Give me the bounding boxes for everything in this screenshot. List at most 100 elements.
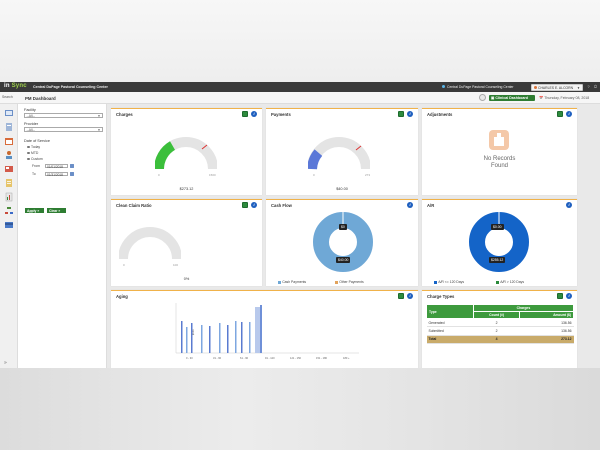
dashboard-area: Charges i 0 1500 $273.12 Payments i 0 27 (107, 104, 600, 368)
radio-custom[interactable]: Custom (27, 157, 43, 161)
col-header-group: Charges (472, 304, 575, 312)
charges-value: $273.12 (179, 187, 194, 191)
app-logo[interactable]: in Sync (4, 83, 27, 89)
background-top (0, 0, 600, 82)
ar-donut (469, 212, 529, 272)
top-bar: in Sync Central DuPage Pastoral Counseli… (0, 82, 600, 92)
info-icon[interactable]: i (251, 111, 257, 117)
gauge-max: 1500 (209, 173, 216, 177)
search-label[interactable]: Search (2, 95, 13, 99)
card-title: Cash Flow (271, 203, 292, 208)
ar-callout-top: $0.00 (491, 224, 504, 230)
filter-panel: Facility --All-- ▼ Provider --All-- ▼ Date… (18, 104, 107, 368)
card-title: Adjustments (427, 112, 453, 117)
card-title: Aging (116, 294, 128, 299)
provider-select[interactable]: --All-- ▼ (24, 127, 103, 132)
clear-button[interactable]: Clear » (47, 208, 66, 213)
scheduler-icon[interactable] (4, 136, 14, 146)
documents-icon[interactable] (4, 178, 14, 188)
charge-types-card: Charge Types i Type Charges Count (#) Am… (422, 290, 577, 368)
payments-gauge-fill (308, 149, 323, 170)
user-menu[interactable]: CHARLES E. ALCORN ▼ (531, 83, 583, 91)
x-tick-label: 91 - 120 (265, 356, 275, 360)
export-excel-icon[interactable] (242, 111, 248, 117)
dashboard-icon[interactable] (4, 108, 14, 118)
bar-annotation: $0.00 (193, 329, 195, 335)
export-excel-icon[interactable] (557, 111, 563, 117)
info-icon[interactable]: i (407, 111, 413, 117)
clean-claim-card: Clean Claim Ratio i 0 100 0% (111, 199, 262, 286)
ar-card: A/R i $0.00 $255.12 A/R <= 120 Days A/R … (422, 199, 577, 286)
to-date-input[interactable]: 01/31/2018 (45, 171, 68, 177)
facility-label: Facility (24, 108, 36, 112)
export-excel-icon[interactable] (557, 293, 563, 299)
info-icon[interactable]: i (566, 202, 572, 208)
export-excel-icon[interactable] (242, 202, 248, 208)
aging-chart: $0.00 0 - 30 31 - 60 61 - 90 91 - 120 12… (175, 303, 359, 360)
calendar-icon[interactable] (70, 164, 74, 168)
expand-rail-icon[interactable]: » (4, 360, 7, 366)
info-icon[interactable]: i (566, 293, 572, 299)
gauge-min: 0 (313, 173, 315, 177)
card-title: Clean Claim Ratio (116, 203, 152, 208)
info-icon[interactable]: i (251, 202, 257, 208)
x-tick-label: 151 - 180 (316, 356, 328, 360)
gauge-max: 273 (365, 173, 371, 177)
refresh-icon[interactable] (479, 94, 486, 101)
legend-ar-under-120[interactable]: A/R <= 120 Days (434, 280, 464, 284)
logout-icon[interactable]: ⏻ (593, 84, 598, 89)
page-title: PM Dashboard (25, 96, 56, 101)
help-icon[interactable]: ? (586, 84, 591, 89)
gauge-min: 0 (158, 173, 160, 177)
legend-ar-over-120[interactable]: A/R > 120 Days (496, 280, 524, 284)
no-records-text: No Records Found (483, 156, 516, 169)
aging-bars[interactable] (181, 305, 262, 353)
user-name: CHARLES E. ALCORN (538, 85, 574, 90)
users-icon[interactable] (4, 150, 14, 160)
info-icon[interactable]: i (407, 202, 413, 208)
info-icon[interactable]: i (407, 293, 413, 299)
left-rail: » (0, 104, 18, 368)
clinical-dashboard-button[interactable]: ▣ Clinical Dashboard (489, 95, 535, 101)
payments-card: Payments i 0 273 $40.00 (266, 108, 418, 195)
patient-icon[interactable] (4, 122, 14, 132)
legend-other-payments[interactable]: Other Payments (335, 280, 364, 284)
info-icon[interactable]: i (566, 111, 572, 117)
adjustments-card: Adjustments i No Records Found (422, 108, 577, 195)
export-excel-icon[interactable] (398, 293, 404, 299)
total-row: Total 4 273.12 (426, 335, 574, 345)
facility-select[interactable]: --All-- ▼ (24, 113, 103, 118)
radio-today[interactable]: Today (27, 145, 40, 149)
sub-bar: Search PM Dashboard ▣ Clinical Dashboard… (0, 92, 600, 104)
no-records-icon (489, 130, 509, 150)
from-date-input[interactable]: 01/01/2018 (45, 163, 68, 169)
background-bottom (0, 368, 600, 450)
to-label: To (32, 172, 36, 176)
reports-icon[interactable] (4, 192, 14, 202)
org-location[interactable]: Central DuPage Pastoral Counseling Cente… (442, 85, 514, 89)
radio-mtd[interactable]: MTD (27, 151, 38, 155)
location-pin-icon (442, 85, 445, 88)
chevron-down-icon: ▼ (97, 114, 101, 119)
card-title: Charges (116, 112, 133, 117)
from-label: From (32, 164, 40, 168)
provider-label: Provider (24, 122, 39, 126)
x-tick-label: 0 - 30 (186, 356, 193, 360)
card-title: Charge Types (427, 294, 455, 299)
cash-flow-callout-top: $0 (339, 224, 347, 230)
card-icon[interactable] (4, 220, 14, 230)
clean-claim-gauge (119, 227, 181, 260)
org-chart-icon[interactable] (4, 206, 14, 216)
billing-icon[interactable] (4, 164, 14, 174)
apply-button[interactable]: Apply » (25, 208, 44, 213)
export-excel-icon[interactable] (398, 111, 404, 117)
org-title: Central DuPage Pastoral Counseling Cente… (33, 85, 108, 89)
clean-claim-value: 0% (183, 277, 190, 281)
table-row: Submitted 2 136.56 (426, 326, 574, 336)
gauge-min: 0 (123, 263, 125, 267)
cash-flow-callout-center: $40.00 (336, 257, 351, 263)
legend-cash-payments[interactable]: Cash Payments (278, 280, 306, 284)
calendar-icon[interactable] (70, 172, 74, 176)
ar-callout-center: $255.12 (489, 257, 506, 263)
payments-gauge (308, 137, 370, 170)
